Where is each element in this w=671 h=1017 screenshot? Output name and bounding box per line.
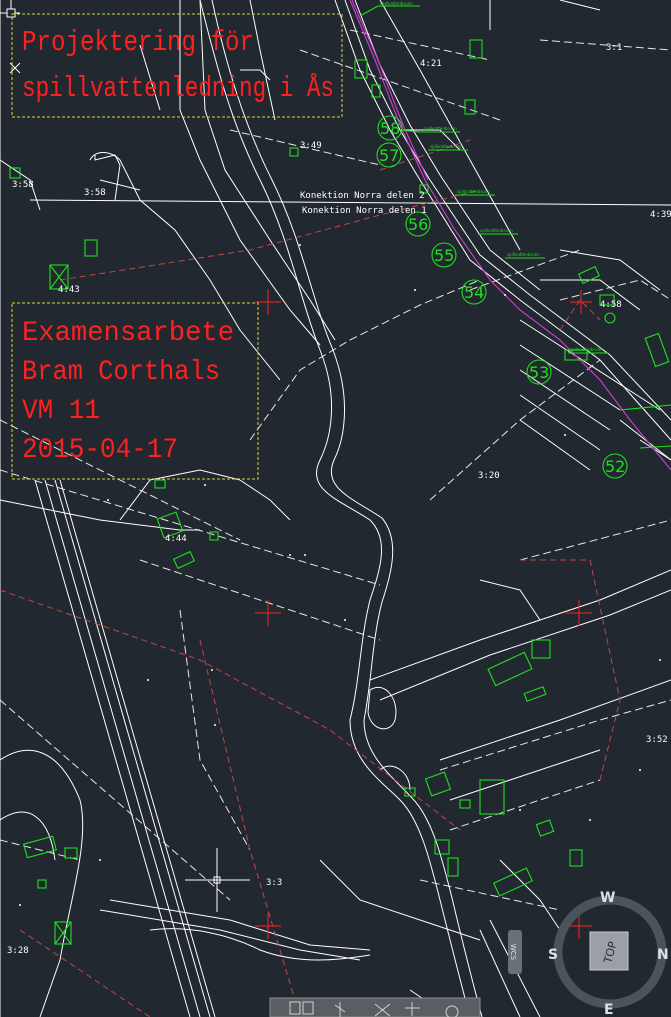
stream	[99, 0, 483, 1017]
well-57[interactable]: 57	[376, 142, 402, 168]
compass-north[interactable]: N	[657, 947, 669, 963]
compass-east[interactable]: E	[604, 1002, 614, 1017]
svg-text:spillvattenbrunn: spillvattenbrunn	[570, 347, 603, 352]
svg-text:spillvattenbrunn: spillvattenbrunn	[480, 228, 513, 233]
buildings	[9, 39, 670, 945]
parcel-label: 4:21	[420, 59, 442, 69]
well-53[interactable]: 53	[526, 359, 552, 385]
parcel-label: 3:28	[7, 946, 29, 956]
parcel-label: 4:44	[165, 534, 187, 544]
sewer-pipeline	[349, 0, 671, 471]
title-line-1: Projektering för	[22, 26, 254, 59]
cad-drawing-canvas[interactable]: spillvattenbrunn spillvattenbrunn spillv…	[0, 0, 671, 1017]
svg-text:53: 53	[529, 363, 549, 382]
viewcube[interactable]: WCS TOP W N S E	[508, 890, 669, 1017]
svg-text:spillvattenbrunn: spillvattenbrunn	[424, 126, 457, 131]
parcel-label: 3:52	[646, 735, 668, 745]
parcel-label: 4:39	[650, 210, 671, 220]
survey-crosses	[185, 289, 592, 939]
svg-text:spillvattenbrunn: spillvattenbrunn	[430, 144, 463, 149]
parcel-labels: 3:1 4:21 3:49 3:58 3:58 4:39 4:43 4:58 3…	[7, 43, 671, 956]
svg-text:57: 57	[379, 146, 399, 165]
well-55[interactable]: 55	[431, 242, 457, 268]
author-name: Bram Corthals	[22, 357, 220, 388]
well-58[interactable]: 58	[377, 115, 403, 141]
property-boundaries	[0, 29, 671, 911]
svg-text:spillvattenbrunn: spillvattenbrunn	[507, 252, 540, 257]
well-54[interactable]: 54	[461, 279, 487, 305]
svg-text:spillvattenbrunn: spillvattenbrunn	[380, 1, 413, 6]
parcel-label: 3:3	[266, 878, 282, 888]
parcel-label: 3:49	[300, 141, 322, 151]
svg-text:54: 54	[464, 283, 484, 302]
compass-west[interactable]: W	[600, 890, 615, 906]
svg-text:WCS: WCS	[509, 944, 517, 961]
pipe-annotations: spillvattenbrunn spillvattenbrunn spillv…	[359, 1, 671, 449]
compass-south[interactable]: S	[548, 947, 558, 963]
parcel-label: 3:1	[606, 43, 622, 53]
cad-cursor	[0, 0, 21, 74]
parcel-label: 4:43	[58, 285, 80, 295]
course-code: VM 11	[22, 396, 100, 427]
section-label-upper: Konektion Norra delen 2	[300, 191, 425, 201]
svg-text:spillvattenbrunn: spillvattenbrunn	[457, 189, 490, 194]
well-52[interactable]: 52	[602, 453, 628, 479]
svg-text:58: 58	[380, 119, 400, 138]
parcel-label: 3:20	[478, 471, 500, 481]
parcel-label: 3:58	[84, 188, 106, 198]
parcel-label: 4:58	[600, 300, 622, 310]
svg-text:55: 55	[434, 246, 454, 265]
title-block-project: Projektering för spillvattenledning i Ås	[11, 13, 343, 118]
date: 2015-04-17	[22, 435, 178, 466]
svg-text:56: 56	[408, 215, 428, 234]
parcel-label: 3:58	[12, 180, 34, 190]
thesis-label: Examensarbete	[22, 318, 234, 349]
svg-text:52: 52	[605, 457, 625, 476]
section-label-lower: Konektion Norra delen 1	[302, 206, 427, 216]
cadastral-lines	[0, 139, 621, 1017]
title-block-author: Examensarbete Bram Corthals VM 11 2015-0…	[11, 302, 259, 480]
bottom-toolbar[interactable]	[269, 997, 481, 1017]
title-line-2: spillvattenledning i Ås	[22, 72, 334, 105]
